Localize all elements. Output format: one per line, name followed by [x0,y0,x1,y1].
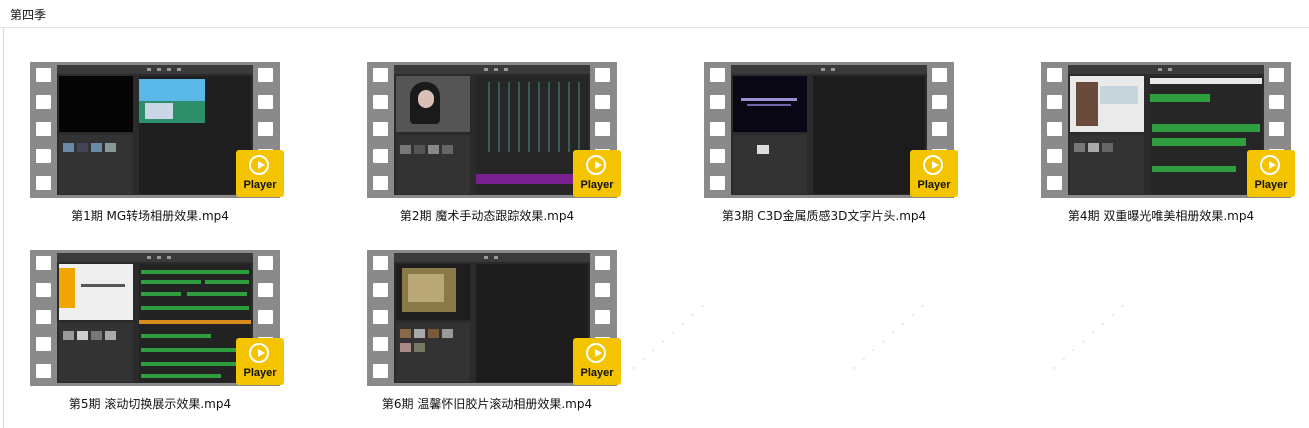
file-grid: Player 第1期 MG转场相册效果.mp4 Player 第2期 魔术手动态… [0,28,1309,428]
player-label: Player [580,179,614,191]
watermark: · · · · · · · · [1047,297,1133,376]
play-circle-icon [249,343,269,363]
player-button[interactable]: Player [573,150,621,197]
play-circle-icon [923,155,943,175]
video-file-tile[interactable]: Player 第3期 C3D金属质感3D文字片头.mp4 [674,28,974,223]
play-circle-icon [586,343,606,363]
player-label: Player [243,367,277,379]
video-file-tile[interactable]: Player 第5期 滚动切换展示效果.mp4 [0,216,300,411]
video-file-tile[interactable]: Player 第4期 双重曝光唯美相册效果.mp4 [1011,28,1309,223]
watermark: · · · · · · · · [847,297,933,376]
folder-title: 第四季 [10,8,47,22]
player-button[interactable]: Player [236,338,284,385]
player-button[interactable]: Player [910,150,958,197]
play-circle-icon [249,155,269,175]
player-label: Player [580,367,614,379]
file-name[interactable]: 第6期 温馨怀旧胶片滚动相册效果.mp4 [337,395,637,412]
player-label: Player [243,179,277,191]
player-button[interactable]: Player [236,150,284,197]
player-button[interactable]: Player [573,338,621,385]
player-label: Player [1254,179,1288,191]
player-label: Player [917,179,951,191]
player-button[interactable]: Player [1247,150,1295,197]
play-circle-icon [1260,155,1280,175]
file-name[interactable]: 第3期 C3D金属质感3D文字片头.mp4 [674,207,974,224]
video-file-tile[interactable]: Player 第2期 魔术手动态跟踪效果.mp4 [337,28,637,223]
file-name[interactable]: 第5期 滚动切换展示效果.mp4 [0,395,300,412]
video-file-tile[interactable]: Player 第6期 温馨怀旧胶片滚动相册效果.mp4 [337,216,637,411]
play-circle-icon [586,155,606,175]
file-name[interactable]: 第4期 双重曝光唯美相册效果.mp4 [1011,207,1309,224]
video-file-tile[interactable]: Player 第1期 MG转场相册效果.mp4 [0,28,300,223]
watermark: · · · · · · · · [627,297,713,376]
folder-header: 第四季 [0,0,1309,28]
